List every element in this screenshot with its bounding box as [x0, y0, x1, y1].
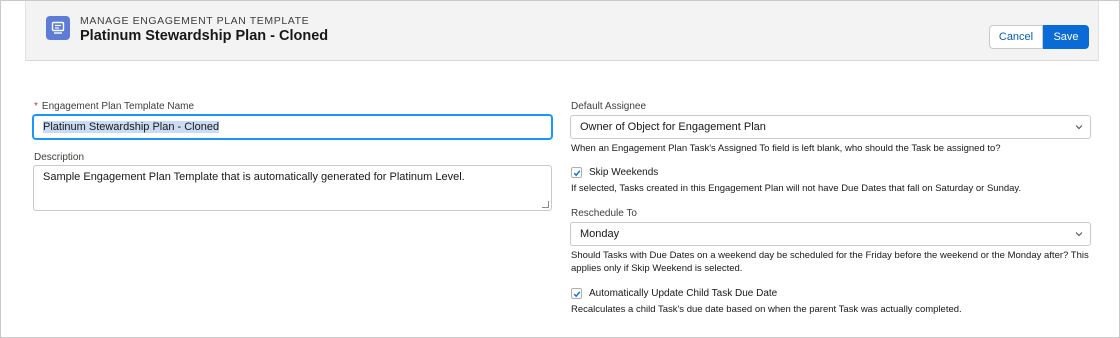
reschedule-to-value: Monday — [580, 228, 620, 240]
reschedule-to-select[interactable]: Monday — [570, 222, 1091, 246]
skip-weekends-label: Skip Weekends — [589, 167, 659, 178]
chevron-down-icon — [1075, 232, 1083, 237]
page-eyebrow: MANAGE ENGAGEMENT PLAN TEMPLATE — [80, 15, 310, 27]
template-name-label: * Engagement Plan Template Name — [34, 101, 194, 112]
auto-update-checkbox[interactable] — [571, 288, 582, 299]
reschedule-to-help-line2: applies only if Skip Weekend is selected… — [571, 263, 743, 274]
description-label: Description — [34, 152, 85, 163]
required-marker: * — [34, 101, 38, 112]
save-button[interactable]: Save — [1043, 25, 1089, 49]
chevron-down-icon — [1075, 125, 1083, 130]
description-value: Sample Engagement Plan Template that is … — [43, 171, 465, 183]
page-header: MANAGE ENGAGEMENT PLAN TEMPLATE Platinum… — [25, 1, 1099, 61]
checkmark-icon — [573, 290, 580, 297]
skip-weekends-checkbox[interactable] — [571, 167, 582, 178]
skip-weekends-help: If selected, Tasks created in this Engag… — [571, 183, 1022, 194]
description-textarea[interactable]: Sample Engagement Plan Template that is … — [33, 165, 552, 211]
checkmark-icon — [573, 169, 580, 176]
default-assignee-value: Owner of Object for Engagement Plan — [580, 121, 766, 133]
cancel-button[interactable]: Cancel — [989, 25, 1043, 49]
auto-update-help: Recalculates a child Task's due date bas… — [571, 304, 962, 315]
page-title: Platinum Stewardship Plan - Cloned — [80, 28, 329, 44]
reschedule-to-help-line1: Should Tasks with Due Dates on a weekend… — [571, 250, 1089, 261]
resize-handle-icon[interactable] — [542, 201, 549, 208]
template-name-value: Platinum Stewardship Plan - Cloned — [43, 121, 220, 133]
template-name-input[interactable]: Platinum Stewardship Plan - Cloned — [33, 115, 552, 139]
modal-frame: MANAGE ENGAGEMENT PLAN TEMPLATE Platinum… — [0, 0, 1120, 338]
default-assignee-select[interactable]: Owner of Object for Engagement Plan — [570, 115, 1091, 139]
reschedule-to-label: Reschedule To — [571, 208, 637, 219]
template-icon — [46, 16, 70, 40]
template-name-label-text: Engagement Plan Template Name — [41, 101, 195, 112]
auto-update-label: Automatically Update Child Task Due Date — [589, 288, 778, 299]
default-assignee-help: When an Engagement Plan Task's Assigned … — [571, 143, 1001, 154]
default-assignee-label: Default Assignee — [571, 101, 647, 112]
